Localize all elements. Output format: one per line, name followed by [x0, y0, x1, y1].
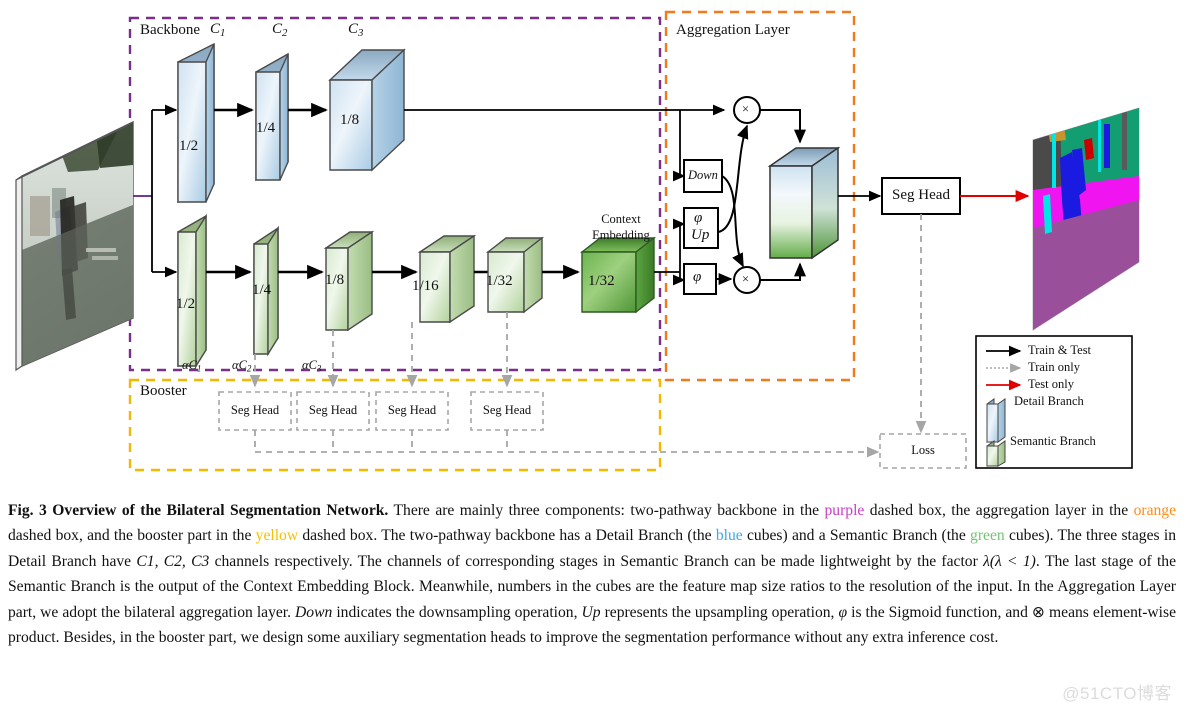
legend-label-test-only: Test only	[1028, 377, 1074, 391]
phi-block-label: φ	[693, 269, 702, 285]
output-segmentation-map	[1032, 107, 1140, 331]
mult-symbol-bottom: ×	[742, 272, 750, 286]
caption-part4: dashed box. The two-pathway backbone has…	[298, 527, 716, 545]
legend-cube-detail	[986, 398, 1006, 443]
semantic-ratio-3: 1/8	[325, 272, 345, 288]
booster-seg-head-label-3: Seg Head	[387, 403, 437, 417]
figure-diagram: Backbone Aggregation Layer Booster C1 C2…	[0, 0, 1184, 490]
down-block-label: Down	[688, 168, 718, 182]
legend-label-detail-branch: Detail Branch	[1014, 394, 1084, 408]
caption-part5: cubes) and a Semantic Branch (the	[742, 527, 971, 545]
semantic-channel-label-a2: αC2	[232, 358, 252, 374]
caption-part9: indicates the downsampling operation,	[332, 603, 582, 621]
booster-seg-head-label-4: Seg Head	[482, 403, 532, 417]
detail-cube-c1	[177, 42, 215, 204]
caption-part10: represents the upsampling operation,	[600, 603, 839, 621]
caption-title: Overview of the Bilateral Segmentation N…	[52, 502, 389, 519]
detail-channel-label-c3: C3	[348, 21, 364, 40]
semantic-ratio-2: 1/4	[252, 282, 272, 298]
detail-channel-label-c1: C1	[210, 21, 226, 40]
backbone-section-label: Backbone	[140, 22, 200, 38]
network-architecture-svg	[15, 10, 1140, 472]
caption-lambda: λ(λ < 1)	[983, 552, 1036, 570]
detail-ratio-2: 1/4	[256, 120, 276, 136]
booster-seg-head-label-2: Seg Head	[308, 403, 358, 417]
caption-part7: channels respectively. The channels of c…	[209, 552, 984, 570]
caption-part1: There are mainly three components: two-p…	[388, 502, 825, 519]
caption-word-phi: φ	[838, 603, 848, 621]
caption-fig-label: Fig. 3	[8, 502, 47, 519]
detail-cube-c2	[255, 52, 289, 182]
fused-cube	[767, 146, 841, 260]
caption-part2: dashed box, the aggregation layer in the	[864, 502, 1134, 519]
detail-cube-c3	[328, 48, 406, 172]
caption-word-orange: orange	[1133, 502, 1177, 519]
phi-up-label-up: Up	[691, 227, 710, 243]
figure-caption: Fig. 3 Overview of the Bilateral Segment…	[8, 498, 1176, 650]
input-street-scene	[15, 120, 134, 372]
loss-box-label: Loss	[911, 443, 935, 457]
caption-word-down: Down	[295, 603, 333, 621]
caption-channels: C1, C2, C3	[136, 552, 210, 570]
legend-label-train-test: Train & Test	[1028, 343, 1092, 357]
legend-label-train-only: Train only	[1028, 360, 1080, 374]
watermark: @51CTO博客	[1062, 684, 1172, 703]
detail-ratio-3: 1/8	[340, 112, 360, 128]
caption-word-green: green	[970, 527, 1005, 545]
caption-word-up: Up	[581, 603, 601, 621]
caption-word-purple: purple	[824, 502, 865, 519]
booster-section-label: Booster	[140, 383, 187, 399]
detail-ratio-1: 1/2	[179, 138, 199, 154]
detail-channel-label-c2: C2	[272, 21, 288, 40]
mult-symbol-top: ×	[742, 102, 750, 116]
seg-head-main-label: Seg Head	[892, 187, 950, 203]
phi-up-label-phi: φ	[694, 210, 703, 226]
caption-part11: is the Sigmoid function, and	[847, 603, 1032, 621]
semantic-ratio-1: 1/2	[176, 296, 196, 312]
semantic-channel-label-a3: αC3	[302, 358, 322, 374]
down-to-mult-bottom	[721, 175, 744, 268]
semantic-channel-label-a1: αC1	[182, 358, 202, 374]
semantic-ratio-4: 1/16	[412, 278, 439, 294]
legend-label-semantic-branch: Semantic Branch	[1010, 434, 1096, 448]
caption-word-blue: blue	[715, 527, 743, 545]
context-embedding-label-line2: Embedding	[592, 228, 650, 242]
semantic-cube-s1	[177, 213, 207, 369]
semantic-ratio-5: 1/32	[486, 273, 513, 289]
caption-word-otimes: ⊗	[1031, 603, 1045, 621]
context-embedding-label-line1: Context	[601, 212, 641, 226]
semantic-ratio-6: 1/32	[588, 273, 615, 289]
caption-word-yellow: yellow	[255, 527, 299, 545]
booster-seg-head-label-1: Seg Head	[230, 403, 280, 417]
aggregation-section-label: Aggregation Layer	[676, 22, 790, 38]
caption-part3: dashed box, and the booster part in the	[8, 527, 256, 545]
